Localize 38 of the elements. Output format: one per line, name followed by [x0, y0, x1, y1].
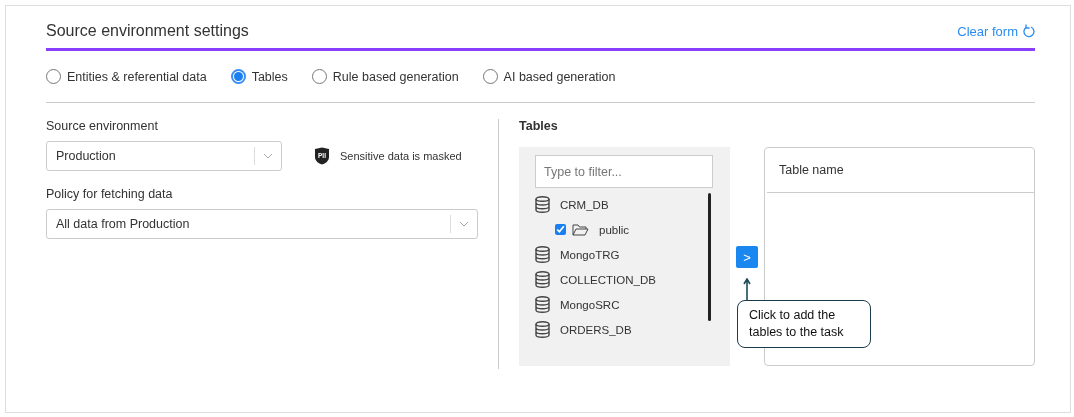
pii-note: Sensitive data is masked [340, 150, 462, 162]
tree-item[interactable]: CRM_DB [560, 198, 609, 211]
radio-label[interactable]: Rule based generation [332, 69, 459, 84]
callout-tooltip: Click to add the tables to the task [737, 300, 871, 348]
filter-field[interactable]: Type to filter... [535, 155, 713, 188]
tree-item[interactable]: MongoSRC [560, 298, 620, 311]
tree-item[interactable]: COLLECTION_DB [560, 273, 656, 286]
database-icon [535, 271, 550, 288]
column-header: Table name [767, 148, 1034, 193]
add-button[interactable]: > [736, 246, 758, 268]
folder-icon [572, 223, 589, 236]
chevron-down-icon [459, 221, 469, 227]
section-label: Tables [519, 119, 559, 133]
tree-checkbox[interactable] [555, 224, 566, 235]
database-icon [535, 246, 550, 263]
database-icon [535, 321, 550, 338]
radio-label[interactable]: AI based generation [503, 69, 616, 84]
radio-button[interactable] [46, 69, 61, 84]
section-title: Source environment settings [46, 22, 249, 40]
clear-form-link[interactable]: Clear form [957, 23, 1035, 39]
fetch-policy-dropdown[interactable]: All data from Production [46, 209, 478, 239]
tree-item[interactable]: ORDERS_DB [560, 323, 632, 336]
radio-label[interactable]: Entities & referential data [67, 69, 207, 84]
database-icon [535, 196, 550, 213]
field-label: Source environment [46, 119, 159, 133]
field-label: Policy for fetching data [46, 187, 174, 201]
chevron-down-icon [263, 153, 273, 159]
database-icon [535, 296, 550, 313]
radio-button[interactable] [230, 69, 246, 84]
source-environment-dropdown[interactable]: Production [46, 141, 282, 171]
radio-label[interactable]: Tables [251, 69, 288, 84]
scrollbar[interactable] [708, 193, 711, 321]
reset-icon [1022, 24, 1035, 38]
radio-button[interactable] [311, 69, 327, 84]
radio-button[interactable] [482, 69, 498, 84]
tree-item[interactable]: public [599, 223, 630, 236]
up-arrow [743, 278, 751, 300]
tree-item[interactable]: MongoTRG [560, 248, 620, 261]
